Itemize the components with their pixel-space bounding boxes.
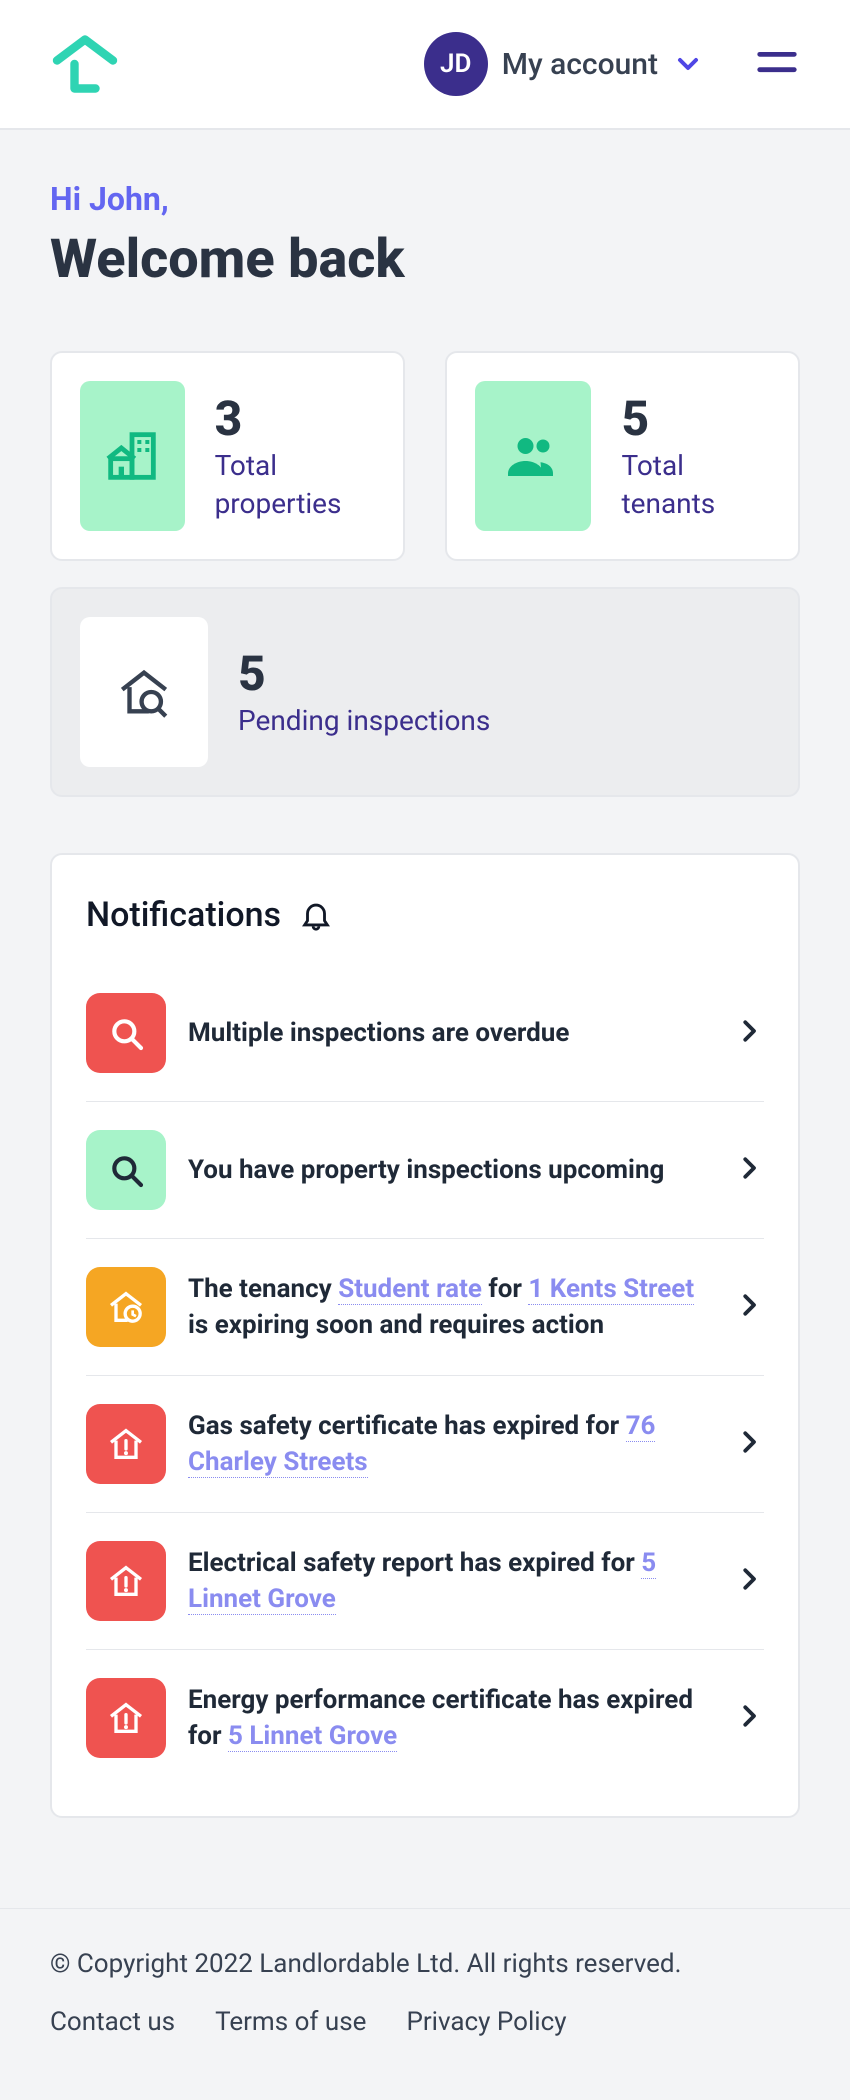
notification-text: Gas safety certificate has expired for 7… xyxy=(188,1408,712,1481)
tenants-icon xyxy=(475,381,591,531)
house-alert-icon xyxy=(86,1678,166,1758)
notification-link[interactable]: 5 Linnet Grove xyxy=(188,1548,656,1615)
chevron-right-icon xyxy=(734,1153,764,1187)
stat-label: Pending inspections xyxy=(238,702,490,740)
stat-card-tenants[interactable]: 5 Total tenants xyxy=(445,351,800,561)
notification-text: Electrical safety report has expired for… xyxy=(188,1545,712,1618)
stat-card-properties[interactable]: 3 Total properties xyxy=(50,351,405,561)
notification-link[interactable]: 1 Kents Street xyxy=(528,1274,694,1305)
notification-item[interactable]: Multiple inspections are overdue xyxy=(86,965,764,1102)
stat-value: 5 xyxy=(621,390,770,447)
notification-text: Multiple inspections are overdue xyxy=(188,1015,712,1051)
notification-item[interactable]: Energy performance certificate has expir… xyxy=(86,1650,764,1786)
greeting-text: Hi John, xyxy=(50,180,800,218)
menu-icon xyxy=(754,39,800,85)
chevron-right-icon xyxy=(734,1290,764,1324)
chevron-down-icon xyxy=(672,48,704,80)
bell-icon xyxy=(299,898,333,932)
footer: © Copyright 2022 Landlordable Ltd. All r… xyxy=(0,1908,850,2097)
notification-text: The tenancy Student rate for 1 Kents Str… xyxy=(188,1271,712,1344)
chevron-right-icon xyxy=(734,1016,764,1050)
footer-links: Contact us Terms of use Privacy Policy xyxy=(50,2007,800,2037)
notifications-panel: Notifications Multiple inspections are o… xyxy=(50,853,800,1818)
chevron-right-icon xyxy=(734,1701,764,1735)
search-icon xyxy=(86,993,166,1073)
footer-link[interactable]: Privacy Policy xyxy=(406,2007,566,2037)
house-alert-icon xyxy=(86,1541,166,1621)
footer-link[interactable]: Terms of use xyxy=(215,2007,366,2037)
menu-button[interactable] xyxy=(754,39,800,89)
stat-value: 3 xyxy=(215,390,375,447)
copyright-text: © Copyright 2022 Landlordable Ltd. All r… xyxy=(50,1949,800,1979)
welcome-title: Welcome back xyxy=(50,228,800,291)
stat-card-pending[interactable]: 5 Pending inspections xyxy=(50,587,800,797)
notifications-list: Multiple inspections are overdue You have… xyxy=(86,965,764,1786)
account-menu[interactable]: JD My account xyxy=(424,32,704,96)
notification-item[interactable]: Gas safety certificate has expired for 7… xyxy=(86,1376,764,1513)
stat-label: Total properties xyxy=(215,447,375,523)
search-icon xyxy=(86,1130,166,1210)
notification-link[interactable]: 76 Charley Streets xyxy=(188,1411,655,1478)
notification-link[interactable]: Student rate xyxy=(338,1274,482,1305)
stat-value: 5 xyxy=(238,645,490,702)
avatar: JD xyxy=(424,32,488,96)
notification-item[interactable]: You have property inspections upcoming xyxy=(86,1102,764,1239)
chevron-right-icon xyxy=(734,1564,764,1598)
logo xyxy=(50,29,120,99)
account-label: My account xyxy=(502,47,658,82)
header: JD My account xyxy=(0,0,850,130)
house-clock-icon xyxy=(86,1267,166,1347)
notification-link[interactable]: 5 Linnet Grove xyxy=(228,1721,397,1752)
stat-label: Total tenants xyxy=(621,447,770,523)
footer-link[interactable]: Contact us xyxy=(50,2007,175,2037)
notification-item[interactable]: Electrical safety report has expired for… xyxy=(86,1513,764,1650)
chevron-right-icon xyxy=(734,1427,764,1461)
main: Hi John, Welcome back 3 Total properties xyxy=(0,130,850,1868)
properties-icon xyxy=(80,381,185,531)
house-alert-icon xyxy=(86,1404,166,1484)
notification-item[interactable]: The tenancy Student rate for 1 Kents Str… xyxy=(86,1239,764,1376)
notifications-title: Notifications xyxy=(86,895,281,935)
notification-text: Energy performance certificate has expir… xyxy=(188,1682,712,1755)
notification-text: You have property inspections upcoming xyxy=(188,1152,712,1188)
pending-icon xyxy=(80,617,208,767)
